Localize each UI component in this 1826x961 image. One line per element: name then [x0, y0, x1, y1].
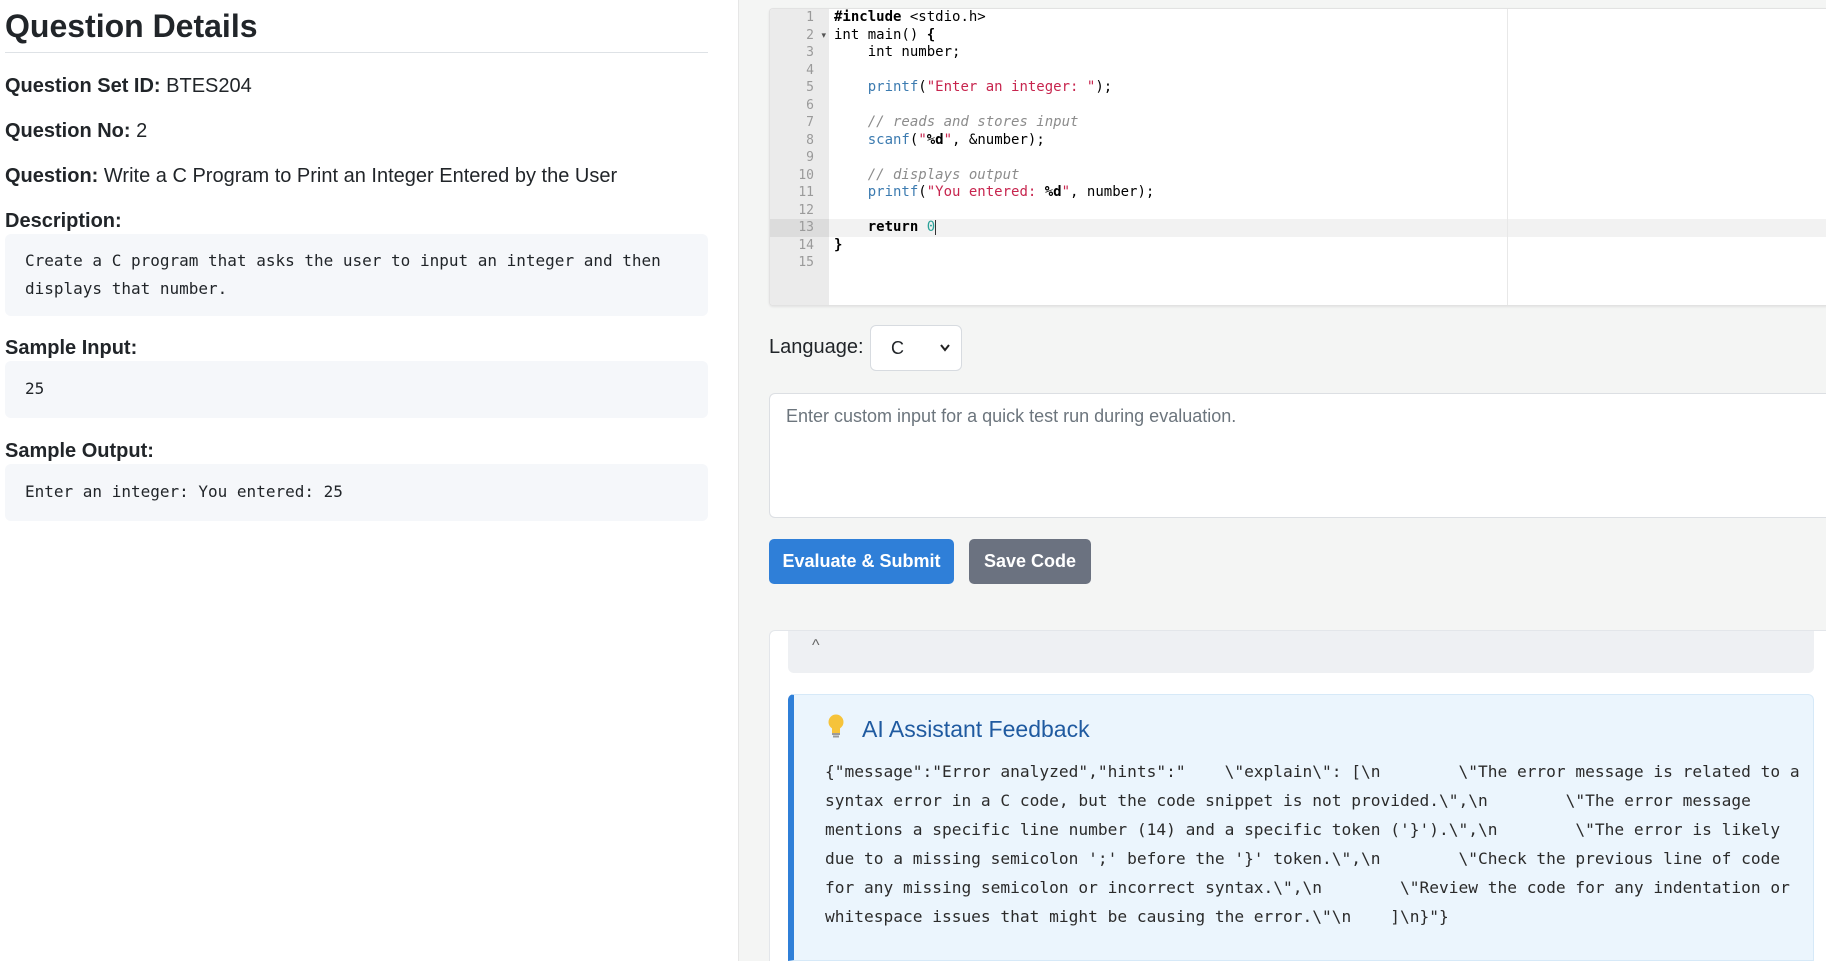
code-line[interactable]: int main() { [834, 27, 935, 45]
code-editor[interactable]: 1 2 3 4 5 6 7 8 9 10 11 12 13 14 15 ▾ #include <stdio.h… [769, 8, 1826, 306]
line-number: 15 [798, 255, 814, 270]
question-set-id: Question Set ID: BTES204 [5, 75, 252, 98]
line-number: 3 [806, 45, 814, 60]
title-divider [5, 52, 708, 53]
line-number: 13 [798, 220, 814, 235]
line-number-gutter: 1 2 3 4 5 6 7 8 9 10 11 12 13 14 15 ▾ [770, 9, 829, 305]
question-no-value: 2 [136, 120, 148, 142]
language-label: Language: [769, 336, 864, 358]
question-set-id-value: BTES204 [166, 75, 252, 97]
language-selected-value: C [891, 338, 904, 358]
page-title: Question Details [5, 8, 258, 44]
question-no-label: Question No: [5, 120, 131, 142]
print-margin [1507, 9, 1508, 305]
line-number: 7 [806, 115, 814, 130]
evaluate-submit-button[interactable]: Evaluate & Submit [769, 539, 954, 584]
question-value: Write a C Program to Print an Integer En… [103, 165, 618, 187]
question-label: Question: [5, 165, 99, 187]
language-select[interactable]: C [870, 325, 962, 371]
line-number: 12 [798, 202, 814, 218]
sample-output-label: Sample Output: [5, 440, 154, 462]
code-line[interactable]: scanf("%d", &number); [834, 132, 1045, 150]
sample-output-box: Enter an integer: You entered: 25 [5, 464, 708, 521]
active-line-highlight [829, 219, 1826, 237]
collapse-toggle[interactable] [788, 631, 1814, 673]
line-number: 11 [798, 185, 814, 200]
caret-up-icon[interactable]: ^ [812, 637, 820, 655]
line-number: 10 [798, 167, 814, 183]
line-number: 1 [806, 10, 814, 25]
save-code-button[interactable]: Save Code [969, 539, 1091, 584]
code-line[interactable]: #include <stdio.h> [834, 9, 986, 27]
line-number: 2 [806, 27, 814, 43]
code-line[interactable]: printf("You entered: %d", number); [834, 184, 1155, 202]
line-number: 6 [806, 97, 814, 113]
code-line[interactable]: } [834, 237, 842, 255]
lightbulb-icon [826, 713, 846, 745]
question-text: Question: Write a C Program to Print an … [5, 165, 617, 188]
line-number: 5 [806, 80, 814, 95]
line-number: 9 [806, 150, 814, 165]
ai-feedback-body: {"message":"Error analyzed","hints":" \"… [825, 762, 1800, 926]
question-panel: Question Details Question Set ID: BTES20… [0, 0, 738, 961]
custom-input-field[interactable]: Enter custom input for a quick test run … [769, 393, 1826, 518]
line-number: 4 [806, 62, 814, 78]
code-line[interactable]: int number; [834, 44, 961, 62]
custom-input-placeholder: Enter custom input for a quick test run … [786, 406, 1237, 426]
sample-input-label: Sample Input: [5, 337, 138, 359]
ai-feedback-title: AI Assistant Feedback [862, 716, 1090, 742]
chevron-down-icon [939, 326, 951, 387]
code-line[interactable]: // displays output [834, 167, 1020, 185]
code-line[interactable]: // reads and stores input [834, 114, 1079, 132]
code-line[interactable]: printf("Enter an integer: "); [834, 79, 1112, 97]
sample-input-box: 25 [5, 361, 708, 418]
question-no: Question No: 2 [5, 120, 147, 143]
description-label: Description: [5, 210, 122, 232]
line-number: 8 [806, 132, 814, 148]
code-line[interactable]: return 0 [834, 219, 937, 237]
question-set-id-label: Question Set ID: [5, 75, 161, 97]
fold-arrow-icon[interactable]: ▾ [821, 30, 826, 41]
line-number: 14 [798, 237, 814, 253]
description-box: Create a C program that asks the user to… [5, 234, 708, 316]
